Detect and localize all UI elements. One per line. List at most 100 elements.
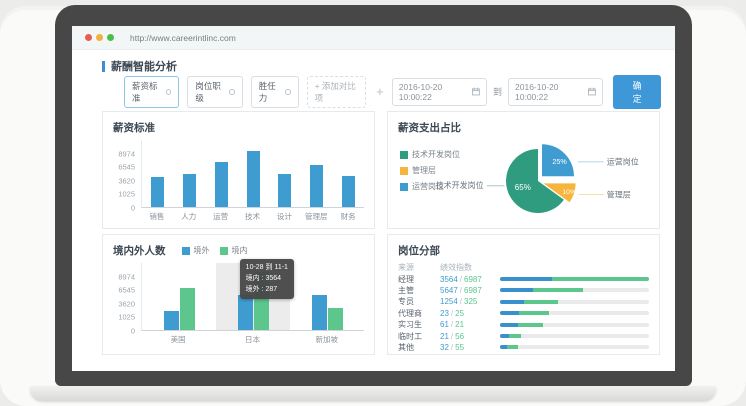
dashboard-page: 薪酬智能分析 薪资标准 岗位职级 胜任力 + 添加对比项 bbox=[72, 50, 675, 355]
bar-design[interactable] bbox=[278, 174, 291, 208]
pie-label-operations: 运营岗位 bbox=[607, 157, 639, 167]
legend-item-domestic[interactable]: 境内 bbox=[220, 245, 248, 256]
tooltip-overseas-value: 境外 : 287 bbox=[246, 284, 288, 295]
bar-usa-domestic[interactable] bbox=[180, 288, 195, 330]
panel-salary-standard: 薪资标准 8974 6545 3620 1025 0 bbox=[102, 111, 375, 229]
panel-headcount: 境内外人数 境外 境内 bbox=[102, 234, 375, 355]
legend-label: 境外 bbox=[194, 245, 210, 256]
value-index: 6987 bbox=[464, 275, 482, 284]
row-label: 专员 bbox=[398, 296, 440, 307]
y-axis: 8974 6545 3620 1025 0 bbox=[113, 140, 141, 208]
y-tick: 6545 bbox=[118, 163, 135, 172]
tooltip-date-range: 10-28 到 11-1 bbox=[246, 262, 288, 273]
add-comparison-label: + 添加对比项 bbox=[315, 80, 359, 104]
value-index: 21 bbox=[455, 320, 464, 329]
positions-table: 来源 绩效指数 经理 3564/6987 主管 5647/6987 bbox=[398, 262, 649, 353]
calendar-icon bbox=[472, 87, 480, 96]
legend-swatch bbox=[182, 247, 190, 255]
date-to-value: 2016-10-20 10:00:22 bbox=[515, 82, 583, 102]
progress-bar bbox=[500, 345, 649, 349]
window-minimize-dot[interactable] bbox=[96, 34, 103, 41]
bar-singapore-domestic[interactable] bbox=[328, 308, 343, 330]
progress-blue bbox=[500, 300, 524, 304]
table-header-row: 来源 绩效指数 bbox=[398, 262, 649, 273]
laptop-base bbox=[30, 386, 716, 401]
bar-operations[interactable] bbox=[215, 162, 228, 207]
progress-bar bbox=[500, 311, 649, 315]
date-from-input[interactable]: 2016-10-20 10:00:22 bbox=[392, 78, 487, 106]
bar-finance[interactable] bbox=[342, 176, 355, 207]
window-maximize-dot[interactable] bbox=[107, 34, 114, 41]
salary-bar-chart: 8974 6545 3620 1025 0 bbox=[113, 140, 364, 208]
plot-area: 10-28 到 11-1 境内 : 3564 境外 : 287 bbox=[141, 263, 364, 331]
legend-item[interactable]: 运营岗位 bbox=[400, 181, 460, 192]
value-index: 25 bbox=[455, 309, 464, 318]
x-tick: 新加坡 bbox=[290, 331, 364, 345]
calendar-icon bbox=[588, 87, 596, 96]
panel-positions: 岗位分部 来源 绩效指数 经理 3564/6987 bbox=[387, 234, 660, 355]
plus-icon: + bbox=[376, 84, 384, 99]
filter-chip-competency[interactable]: 胜任力 bbox=[251, 76, 299, 108]
address-bar-url[interactable]: http://www.careerintlinc.com bbox=[130, 33, 236, 43]
table-row: 临时工 21/56 bbox=[398, 330, 649, 341]
x-tick: 管理层 bbox=[300, 208, 332, 222]
panel-title: 境内外人数 bbox=[113, 243, 166, 258]
progress-bar bbox=[500, 334, 649, 338]
value-source: 32 bbox=[440, 343, 449, 352]
headcount-legend: 境外 境内 bbox=[182, 245, 258, 256]
legend-label: 境内 bbox=[232, 245, 248, 256]
row-label: 经理 bbox=[398, 274, 440, 285]
progress-blue bbox=[500, 288, 533, 292]
group-singapore bbox=[290, 263, 364, 330]
progress-blue bbox=[500, 277, 552, 281]
tooltip-domestic-value: 境内 : 3564 bbox=[246, 273, 288, 284]
bar-singapore-overseas[interactable] bbox=[312, 295, 327, 330]
bar-col bbox=[205, 140, 237, 207]
bar-hr[interactable] bbox=[183, 174, 196, 208]
y-axis: 8974 6545 3620 1025 0 bbox=[113, 263, 141, 331]
date-to-input[interactable]: 2016-10-20 10:00:22 bbox=[508, 78, 603, 106]
legend-item[interactable]: 管理层 bbox=[400, 165, 460, 176]
table-row: 主管 5647/6987 bbox=[398, 285, 649, 296]
bar-usa-overseas[interactable] bbox=[164, 311, 179, 330]
y-tick: 0 bbox=[131, 204, 135, 213]
value-source: 21 bbox=[440, 332, 449, 341]
bar-col bbox=[237, 140, 269, 207]
x-tick: 人力 bbox=[173, 208, 205, 222]
legend-item[interactable]: 技术开发岗位 bbox=[400, 149, 460, 160]
pie-legend: 技术开发岗位 管理层 运营岗位 bbox=[400, 149, 470, 197]
x-tick: 销售 bbox=[141, 208, 173, 222]
filter-chip-label: 薪资标准 bbox=[132, 80, 161, 104]
value-index: 325 bbox=[464, 297, 477, 306]
filter-chip-salary-standard[interactable]: 薪资标准 bbox=[124, 76, 179, 108]
table-row: 专员 1254/325 bbox=[398, 296, 649, 307]
add-comparison-button[interactable]: + 添加对比项 bbox=[307, 76, 367, 108]
headcount-bar-chart: 8974 6545 3620 1025 0 bbox=[113, 263, 364, 331]
date-from-value: 2016-10-20 10:00:22 bbox=[399, 82, 467, 102]
date-range-to-label: 到 bbox=[493, 85, 502, 98]
laptop-screen: http://www.careerintlinc.com 薪酬智能分析 薪资标准… bbox=[72, 26, 675, 371]
row-label: 主管 bbox=[398, 285, 440, 296]
table-row: 经理 3564/6987 bbox=[398, 273, 649, 284]
bar-tech[interactable] bbox=[247, 151, 260, 207]
bar-col bbox=[269, 140, 301, 207]
confirm-button[interactable]: 确定 bbox=[613, 75, 661, 109]
filter-chip-position-grade[interactable]: 岗位职级 bbox=[187, 76, 242, 108]
filter-toolbar: 薪资标准 岗位职级 胜任力 + 添加对比项 + 2016-10-20 10:00… bbox=[124, 81, 661, 102]
panel-title: 薪资标准 bbox=[113, 120, 364, 135]
legend-label: 技术开发岗位 bbox=[412, 149, 460, 160]
table-row: 其他 32/55 bbox=[398, 342, 649, 353]
value-source: 61 bbox=[440, 320, 449, 329]
y-tick: 3620 bbox=[118, 299, 135, 308]
bar-sales[interactable] bbox=[151, 177, 164, 207]
legend-item-overseas[interactable]: 境外 bbox=[182, 245, 210, 256]
y-tick: 3620 bbox=[118, 176, 135, 185]
chip-remove-icon[interactable] bbox=[229, 89, 234, 95]
window-close-dot[interactable] bbox=[85, 34, 92, 41]
chip-remove-icon[interactable] bbox=[166, 89, 171, 95]
bar-management[interactable] bbox=[310, 165, 323, 207]
y-tick: 8974 bbox=[118, 149, 135, 158]
bar-japan-overseas[interactable] bbox=[238, 295, 253, 330]
col-header-source: 来源 bbox=[398, 262, 440, 273]
chip-remove-icon[interactable] bbox=[285, 89, 290, 95]
